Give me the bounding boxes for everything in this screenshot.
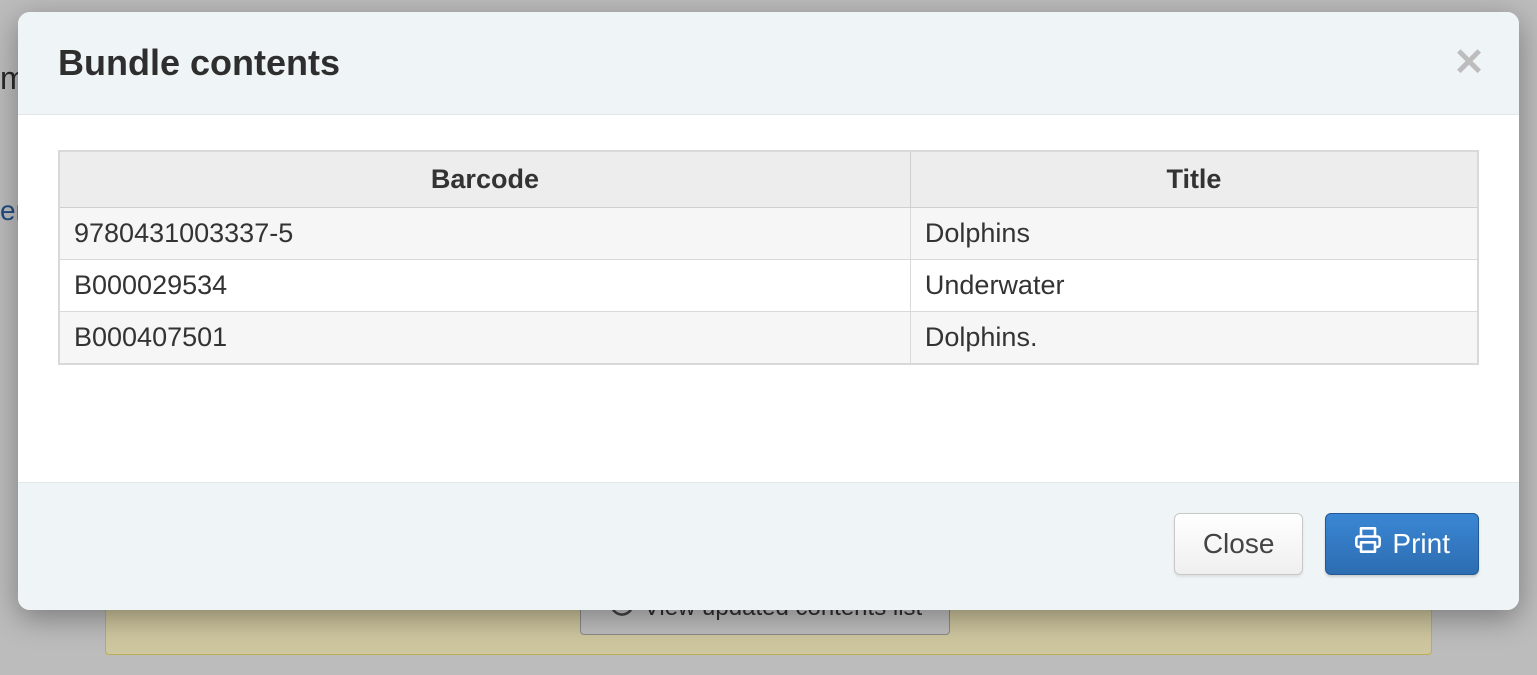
modal-header: Bundle contents ✕	[18, 12, 1519, 115]
table-row: 9780431003337-5 Dolphins	[59, 208, 1478, 260]
cell-barcode: 9780431003337-5	[59, 208, 910, 260]
cell-title: Underwater	[910, 260, 1478, 312]
cell-title: Dolphins	[910, 208, 1478, 260]
close-button-label: Close	[1203, 527, 1275, 561]
table-row: B000407501 Dolphins.	[59, 312, 1478, 365]
print-button-label: Print	[1392, 527, 1450, 561]
close-button[interactable]: Close	[1174, 513, 1304, 575]
table-header-row: Barcode Title	[59, 151, 1478, 208]
modal-body: Barcode Title 9780431003337-5 Dolphins B…	[18, 115, 1519, 482]
contents-table: Barcode Title 9780431003337-5 Dolphins B…	[58, 150, 1479, 365]
print-button[interactable]: Print	[1325, 513, 1479, 575]
close-icon[interactable]: ✕	[1453, 44, 1485, 82]
cell-barcode: B000407501	[59, 312, 910, 365]
print-icon	[1354, 526, 1382, 562]
column-header-barcode: Barcode	[59, 151, 910, 208]
modal-title: Bundle contents	[58, 42, 1479, 84]
column-header-title: Title	[910, 151, 1478, 208]
modal-footer: Close Print	[18, 482, 1519, 610]
bundle-contents-modal: Bundle contents ✕ Barcode Title 97804310…	[18, 12, 1519, 610]
cell-barcode: B000029534	[59, 260, 910, 312]
cell-title: Dolphins.	[910, 312, 1478, 365]
table-row: B000029534 Underwater	[59, 260, 1478, 312]
